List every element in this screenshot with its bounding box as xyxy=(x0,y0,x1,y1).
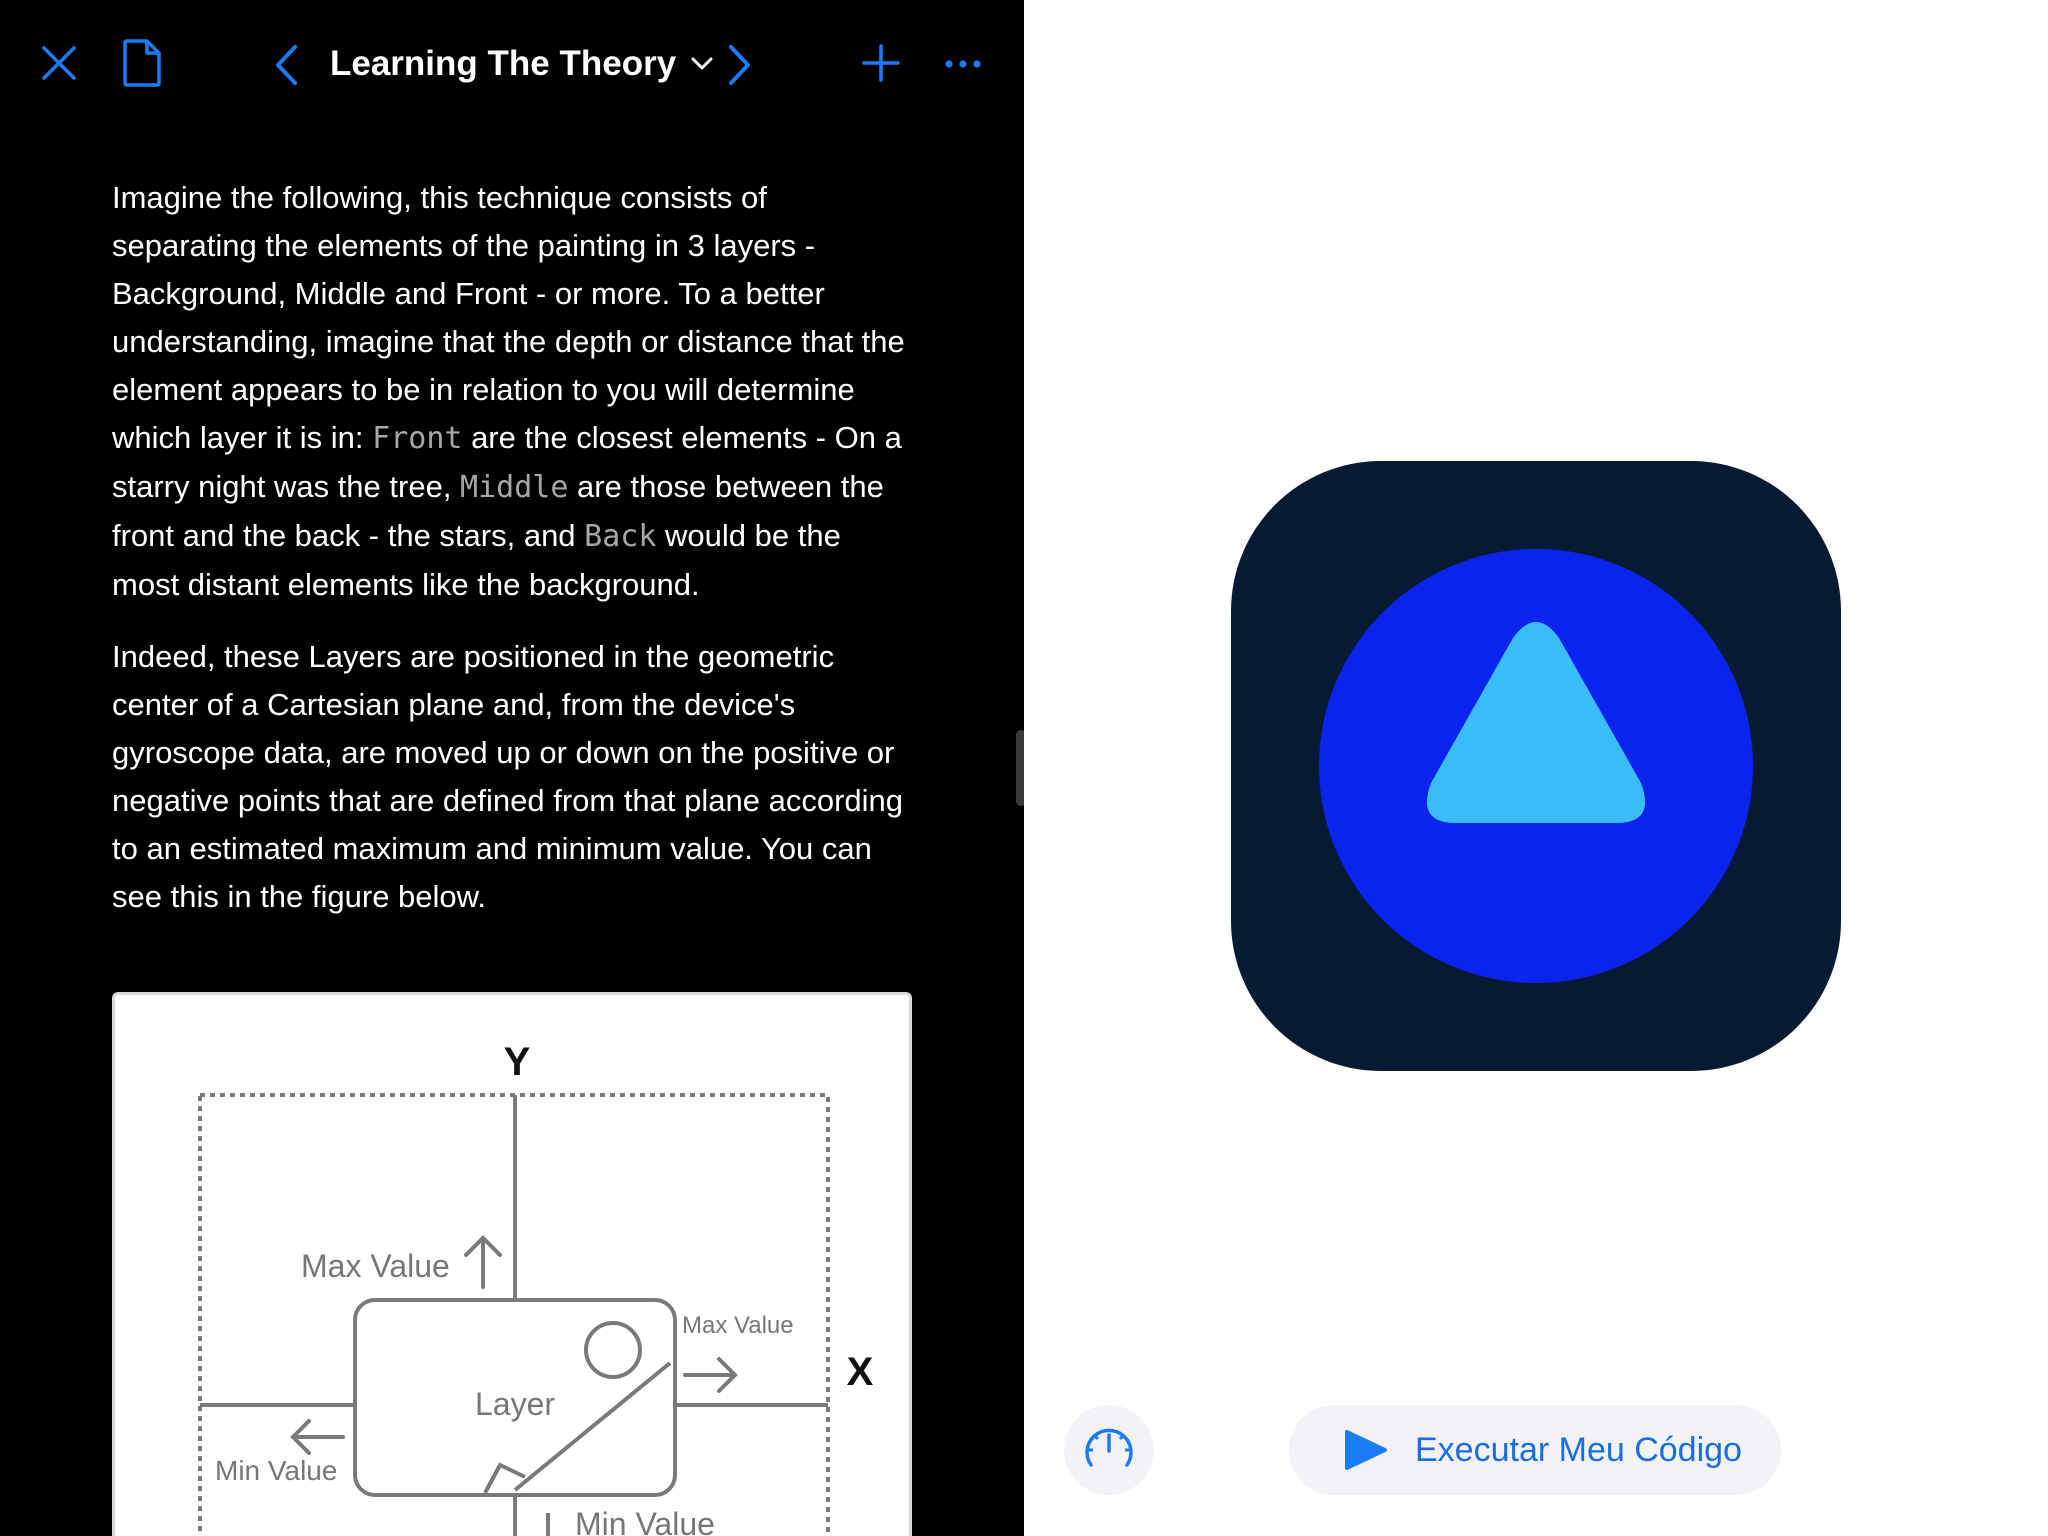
lesson-paragraph-2: Indeed, these Layers are positioned in t… xyxy=(112,639,904,914)
live-view-pane: Executar Meu Código xyxy=(1024,0,2048,1536)
inline-code: Middle xyxy=(460,470,569,505)
x-axis-label: X xyxy=(847,1350,874,1394)
app-icon-graphic xyxy=(1319,549,1753,983)
play-icon xyxy=(1345,1430,1387,1470)
page-title-menu[interactable]: Learning The Theory xyxy=(330,36,714,92)
page-title: Learning The Theory xyxy=(330,44,677,83)
min-value-x-label: Min Value xyxy=(215,1455,337,1486)
more-button[interactable] xyxy=(940,44,986,84)
right-arrow xyxy=(683,1357,738,1393)
plus-icon xyxy=(862,44,900,82)
chevron-right-icon xyxy=(729,45,750,85)
close-button[interactable] xyxy=(34,38,84,88)
layer-diagram: Y X Layer Max Value Max Value Min Value … xyxy=(198,1040,874,1536)
document-button[interactable] xyxy=(116,36,168,90)
inline-code: Front xyxy=(372,421,463,456)
chevron-down-icon xyxy=(691,57,713,70)
min-value-y-label: Min Value xyxy=(575,1506,715,1536)
up-arrow xyxy=(464,1235,502,1289)
close-icon xyxy=(42,46,76,80)
inline-code: Back xyxy=(584,519,657,554)
add-button[interactable] xyxy=(856,38,906,88)
app-icon xyxy=(1231,461,1841,1071)
y-axis-label: Y xyxy=(504,1040,531,1084)
run-button-label: Executar Meu Código xyxy=(1415,1430,1742,1469)
speedometer-icon xyxy=(1085,1428,1133,1467)
max-value-y-label: Max Value xyxy=(301,1248,450,1284)
paragraph-text: Imagine the following, this technique co… xyxy=(112,180,905,455)
previous-page-button[interactable] xyxy=(266,40,306,90)
document-icon xyxy=(123,39,161,87)
lesson-paragraph-1: Imagine the following, this technique co… xyxy=(112,174,912,609)
run-my-code-button[interactable]: Executar Meu Código xyxy=(1289,1405,1781,1495)
ellipsis-icon xyxy=(945,60,981,68)
max-value-x-label: Max Value xyxy=(682,1312,794,1339)
next-page-button[interactable] xyxy=(720,40,760,90)
speed-button[interactable] xyxy=(1064,1405,1154,1495)
chevron-left-icon xyxy=(276,45,297,85)
layer-label: Layer xyxy=(475,1386,555,1422)
instructions-pane: Learning The Theory Imagine the followin… xyxy=(0,0,1024,1536)
left-arrow xyxy=(290,1419,345,1455)
lesson-text: Imagine the following, this technique co… xyxy=(112,174,912,945)
cartesian-plane-figure: Y X Layer Max Value Max Value Min Value … xyxy=(112,992,912,1536)
